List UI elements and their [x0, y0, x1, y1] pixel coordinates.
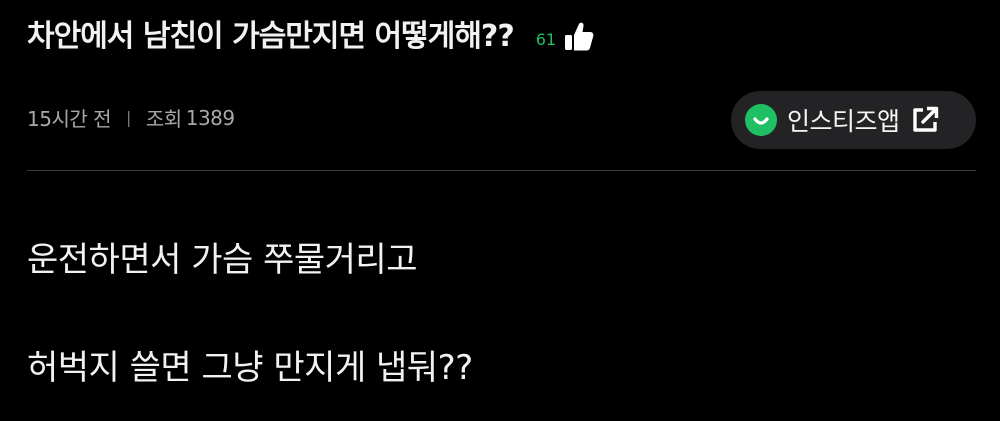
- meta-separator: |: [126, 108, 131, 127]
- views-label: 조회: [145, 107, 182, 131]
- post-title: 차안에서 남친이 가슴만지면 어떻게해??: [27, 19, 515, 54]
- external-link-icon: [910, 105, 940, 135]
- post-body-line: 허벅지 쓸면 그냥 만지게 냅둬??: [27, 348, 473, 388]
- like-count: 61: [535, 30, 557, 49]
- instiz-logo-icon: [745, 104, 777, 136]
- thumbs-up-icon[interactable]: [562, 20, 596, 54]
- open-app-button[interactable]: 인스티즈앱: [731, 91, 976, 149]
- time-ago: 15시간 전: [27, 107, 112, 131]
- post-meta: 15시간 전 | 조회 1389: [27, 103, 235, 132]
- header-divider: [27, 170, 976, 171]
- views-count: 1389: [185, 105, 235, 130]
- post-body-line: 운전하면서 가슴 쭈물거리고: [27, 240, 417, 280]
- post-view: 차안에서 남친이 가슴만지면 어떻게해?? 61 15시간 전 | 조회 138…: [0, 0, 1000, 421]
- open-app-label: 인스티즈앱: [787, 107, 900, 136]
- title-row: 차안에서 남친이 가슴만지면 어떻게해?? 61: [27, 12, 596, 62]
